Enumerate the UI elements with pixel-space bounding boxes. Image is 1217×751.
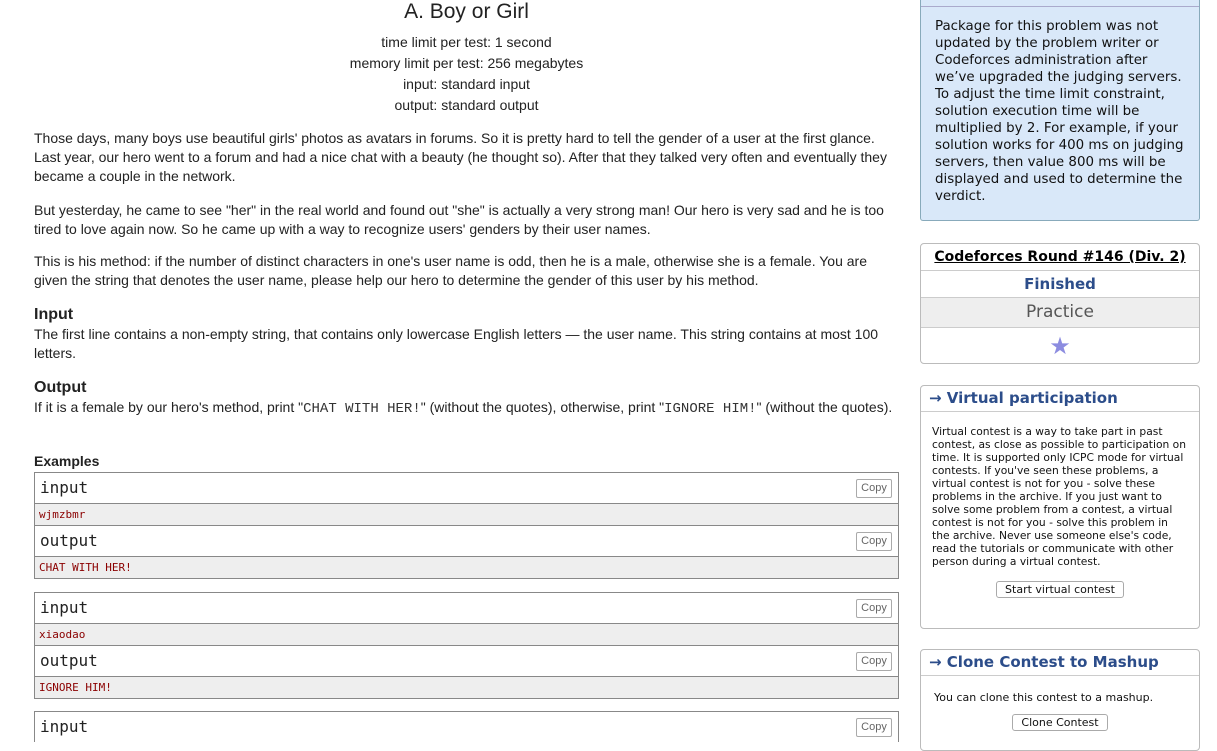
virtual-participation-title: → Virtual participation [921,386,1199,412]
output-file: output: standard output [394,97,539,113]
copy-output-button[interactable]: Copy [856,532,892,551]
memory-limit: memory limit per test: 256 megabytes [349,55,584,71]
example-output-value: CHAT WITH HER! [35,557,898,578]
legend-paragraph-3: This is his method: if the number of dis… [34,253,867,288]
virtual-participation-text: Virtual contest is a way to take part in… [932,425,1186,568]
code-chat-with-her: CHAT WITH HER! [303,401,421,417]
clone-contest-text: You can clone this contest to a mashup. [934,691,1154,704]
clone-contest-button[interactable]: Clone Contest [1012,714,1108,731]
output-section-text: If it is a female by our hero's method, … [34,399,893,417]
legend-paragraph-2: But yesterday, he came to see "her" in t… [34,202,884,237]
example-output-value: IGNORE HIM! [35,677,898,698]
round-status: Finished [921,271,1199,298]
time-limit: time limit per test: 1 second [381,34,552,50]
example-input-header: input Copy [35,593,898,624]
example-1: input Copy wjmzbmr output Copy CHAT WITH… [34,472,899,579]
round-mode: Practice [921,298,1199,328]
example-output-header: output Copy [35,645,898,677]
code-ignore-him: IGNORE HIM! [664,401,757,417]
output-section-title: Output [34,379,87,396]
example-output-header: output Copy [35,525,898,557]
round-box: Codeforces Round #146 (Div. 2) Finished … [920,243,1200,364]
input-label: input [40,717,89,736]
clone-contest-box: → Clone Contest to Mashup You can clone … [920,649,1200,751]
example-input-header: input Copy [35,712,898,742]
example-3: input Copy [34,711,899,742]
star-icon[interactable]: ★ [921,328,1199,364]
round-name-link[interactable]: Codeforces Round #146 (Div. 2) [921,244,1199,271]
problem-limits: time limit per test: 1 second memory lim… [34,32,899,116]
package-notice: Package for this problem was not updated… [920,0,1200,221]
virtual-participation-box: → Virtual participation Virtual contest … [920,385,1200,629]
notice-text: Package for this problem was not updated… [935,19,1184,204]
input-label: input [40,598,89,617]
input-file: input: standard input [403,76,530,92]
clone-contest-title: → Clone Contest to Mashup [921,650,1199,676]
output-label: output [40,531,98,550]
input-label: input [40,478,89,497]
copy-input-button[interactable]: Copy [856,479,892,498]
example-2: input Copy xiaodao output Copy IGNORE HI… [34,592,899,699]
problem-title: A. Boy or Girl [404,0,529,23]
input-section-title: Input [34,306,74,323]
legend-paragraph-1: Those days, many boys use beautiful girl… [34,130,887,184]
example-input-value: xiaodao [35,624,898,645]
start-virtual-contest-button[interactable]: Start virtual contest [996,581,1124,598]
examples-title: Examples [34,453,100,469]
copy-input-button[interactable]: Copy [856,599,892,618]
copy-output-button[interactable]: Copy [856,652,892,671]
copy-input-button[interactable]: Copy [856,718,892,737]
output-label: output [40,651,98,670]
example-input-value: wjmzbmr [35,504,898,525]
example-input-header: input Copy [35,473,898,504]
input-section-text: The first line contains a non-empty stri… [34,326,879,361]
